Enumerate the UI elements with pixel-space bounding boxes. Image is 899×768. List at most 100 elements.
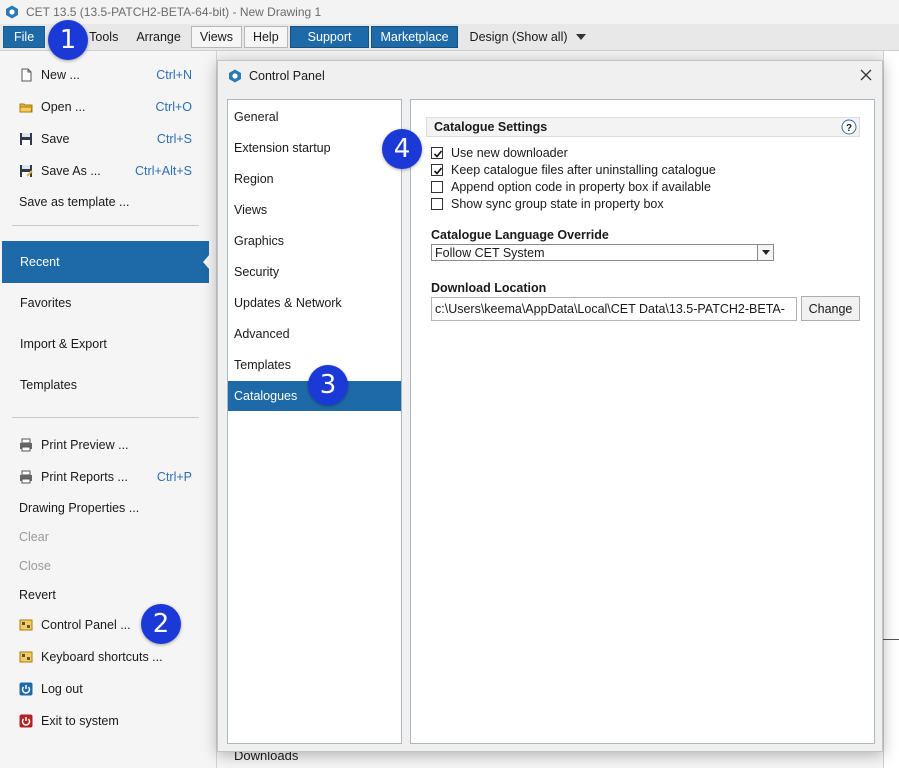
menu-save-as-shortcut: Ctrl+Alt+S — [135, 164, 192, 178]
menu-separator — [12, 417, 199, 418]
menu-print-reports[interactable]: Print Reports ... Ctrl+P — [0, 463, 209, 491]
help-icon[interactable]: ? — [841, 119, 857, 135]
nav-advanced[interactable]: Advanced — [228, 319, 401, 349]
background-divider — [883, 639, 899, 640]
menu-print-reports-shortcut: Ctrl+P — [156, 470, 192, 484]
step-badge-4: 4 — [382, 129, 422, 169]
menu-save-as-template[interactable]: Save as template ... — [0, 188, 209, 216]
design-dropdown-label: Design (Show all) — [469, 30, 568, 44]
menu-print-preview-label: Print Preview ... — [41, 438, 129, 452]
checkbox-use-new-downloader[interactable]: Use new downloader — [431, 144, 568, 161]
section-favorites[interactable]: Favorites — [2, 282, 209, 324]
background-strip — [217, 752, 883, 768]
menu-file[interactable]: File — [3, 26, 46, 48]
checkbox-label: Show sync group state in property box — [451, 196, 664, 211]
dropdown-arrow-icon[interactable] — [757, 245, 773, 260]
menu-close[interactable]: Close — [0, 552, 209, 580]
cet-logo-icon — [229, 69, 241, 83]
checkbox-keep-catalogue-files[interactable]: Keep catalogue files after uninstalling … — [431, 161, 716, 178]
checkbox-show-sync-group[interactable]: Show sync group state in property box — [431, 195, 664, 212]
keyboard-shortcuts-icon — [19, 651, 33, 663]
menu-views[interactable]: Views — [190, 26, 242, 48]
step-badge-3: 3 — [308, 365, 348, 405]
menu-control-panel-label: Control Panel ... — [41, 618, 131, 632]
menu-keyboard-shortcuts[interactable]: Keyboard shortcuts ... — [0, 643, 209, 671]
section-import-export[interactable]: Import & Export — [2, 323, 209, 365]
menu-open-label: Open ... — [41, 100, 86, 114]
checkbox-checked[interactable] — [431, 163, 443, 176]
menu-revert-label: Revert — [19, 588, 56, 602]
dialog-title-bar: Control Panel — [218, 61, 882, 91]
background-panel — [883, 51, 899, 768]
print-preview-icon — [20, 438, 32, 452]
exit-icon — [19, 714, 33, 728]
caret-down-icon — [575, 34, 586, 40]
close-icon[interactable] — [858, 67, 874, 83]
menu-revert[interactable]: Revert — [0, 581, 209, 609]
menu-arrange[interactable]: Arrange — [128, 26, 188, 48]
save-icon — [20, 133, 32, 145]
menu-print-preview[interactable]: Print Preview ... — [0, 431, 209, 459]
menu-log-out-label: Log out — [41, 682, 83, 696]
change-button[interactable]: Change — [801, 296, 860, 321]
control-panel-icon — [19, 619, 33, 631]
menu-save-as[interactable]: Save As ... Ctrl+Alt+S — [0, 157, 209, 185]
nav-general[interactable]: General — [228, 102, 401, 132]
menu-print-reports-label: Print Reports ... — [41, 470, 128, 484]
menu-save-label: Save — [41, 132, 70, 146]
title-bar: CET 13.5 (13.5-PATCH2-BETA-64-bit) - New… — [0, 0, 899, 24]
menu-help[interactable]: Help — [243, 26, 288, 48]
menu-new-shortcut: Ctrl+N — [156, 68, 192, 82]
menu-clear[interactable]: Clear — [0, 523, 209, 551]
menu-drawing-properties-label: Drawing Properties ... — [19, 501, 140, 515]
menu-tools[interactable]: Tools — [81, 26, 126, 48]
window-title: CET 13.5 (13.5-PATCH2-BETA-64-bit) - New… — [26, 5, 322, 19]
cet-logo-icon — [6, 5, 18, 19]
checkbox-append-option-code[interactable]: Append option code in property box if av… — [431, 178, 711, 195]
language-override-label: Catalogue Language Override — [431, 228, 609, 242]
marketplace-button[interactable]: Marketplace — [371, 26, 458, 48]
menu-drawing-properties[interactable]: Drawing Properties ... — [0, 494, 209, 522]
design-dropdown[interactable]: Design (Show all) — [462, 26, 594, 48]
section-title: Catalogue Settings — [434, 120, 548, 134]
menu-clear-label: Clear — [19, 530, 49, 544]
language-override-value: Follow CET System — [435, 245, 545, 260]
nav-region[interactable]: Region — [228, 164, 401, 194]
nav-graphics[interactable]: Graphics — [228, 226, 401, 256]
menu-open[interactable]: Open ... Ctrl+O — [0, 93, 209, 121]
nav-updates-network[interactable]: Updates & Network — [228, 288, 401, 318]
checkmark-icon — [433, 149, 443, 158]
menu-new[interactable]: New ... Ctrl+N — [0, 61, 209, 89]
menu-save-as-template-label: Save as template ... — [19, 195, 130, 209]
new-document-icon — [21, 68, 32, 82]
section-templates[interactable]: Templates — [2, 364, 209, 406]
checkbox-checked[interactable] — [431, 146, 443, 159]
checkmark-icon — [433, 166, 443, 175]
menu-log-out[interactable]: Log out — [0, 675, 209, 703]
open-folder-icon — [19, 103, 33, 113]
help-icon-glyph: ? — [846, 123, 852, 134]
nav-security[interactable]: Security — [228, 257, 401, 287]
nav-views[interactable]: Views — [228, 195, 401, 225]
save-as-icon — [20, 165, 33, 177]
menu-save-shortcut: Ctrl+S — [156, 132, 192, 146]
download-location-label: Download Location — [431, 281, 547, 295]
support-button[interactable]: Support — [289, 26, 370, 48]
menu-bar: File Tools Arrange Views Help Support Ma… — [0, 24, 899, 51]
checkbox-label: Append option code in property box if av… — [451, 179, 711, 194]
checkbox-label: Keep catalogue files after uninstalling … — [451, 162, 716, 177]
download-location-value: c:\Users\keema\AppData\Local\CET Data\13… — [435, 302, 785, 316]
step-badge-1: 1 — [48, 20, 88, 60]
checkbox-unchecked[interactable] — [431, 197, 443, 210]
menu-exit[interactable]: Exit to system — [0, 707, 209, 735]
menu-new-label: New ... — [41, 68, 80, 82]
menu-open-shortcut: Ctrl+O — [155, 100, 192, 114]
menu-save[interactable]: Save Ctrl+S — [0, 125, 209, 153]
checkbox-unchecked[interactable] — [431, 180, 443, 193]
download-location-input[interactable]: c:\Users\keema\AppData\Local\CET Data\13… — [431, 297, 797, 321]
file-menu: New ... Ctrl+N Open ... Ctrl+O Save Ctrl… — [0, 51, 217, 768]
language-override-select[interactable]: Follow CET System — [431, 244, 774, 261]
section-recent[interactable]: Recent — [2, 241, 210, 283]
log-out-icon — [19, 682, 33, 696]
nav-extension-startup[interactable]: Extension startup — [228, 133, 401, 163]
